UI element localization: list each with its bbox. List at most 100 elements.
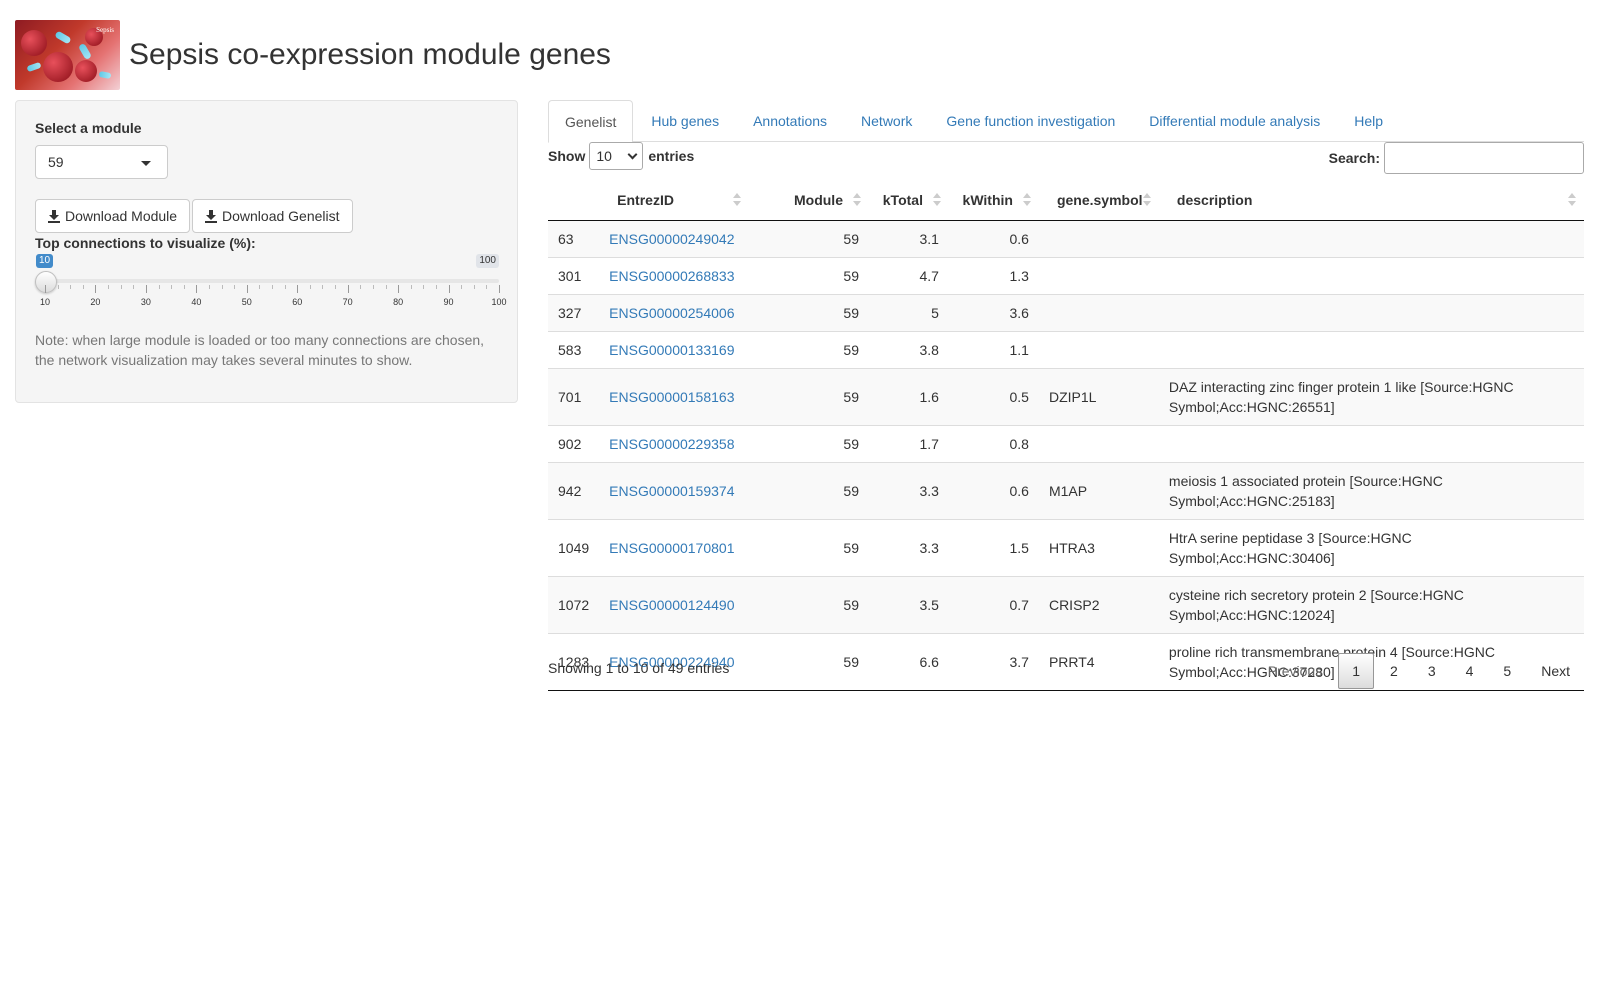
pagination: Previous 1 2 3 4 5 Next (1252, 653, 1584, 689)
page-length-select[interactable]: 10 (589, 142, 644, 170)
table-search: Search: (1329, 142, 1584, 174)
cell-module: 59 (749, 220, 869, 257)
tab-network[interactable]: Network (845, 100, 928, 142)
column-header-index[interactable] (548, 180, 600, 221)
download-module-button[interactable]: Download Module (35, 199, 191, 233)
gene-link[interactable]: ENSG00000254006 (609, 305, 734, 321)
tab-hub-genes[interactable]: Hub genes (635, 100, 735, 142)
gene-link[interactable]: ENSG00000159374 (609, 483, 734, 499)
table-row: 942 ENSG00000159374 59 3.3 0.6 M1AP meiosis 1 … (548, 461, 1584, 519)
slider-minor-tick (284, 285, 286, 289)
cell-entrezid: ENSG00000268833 (599, 256, 750, 294)
cell-ktotal: 1.7 (868, 424, 949, 462)
cell-gene-symbol: M1AP (1038, 461, 1159, 519)
slider-minor-tick (221, 285, 223, 289)
slider-tick (297, 285, 299, 293)
slider-ticks: 10 20 30 40 50 60 70 80 90 100 (40, 285, 507, 315)
page-button-2[interactable]: 2 (1376, 653, 1412, 689)
slider-minor-tick (360, 285, 362, 289)
slider-tick-label: 80 (393, 297, 404, 307)
sort-icon (852, 193, 861, 207)
chevron-down-icon (141, 161, 151, 166)
slider-minor-tick (410, 285, 412, 289)
slider-tick-label: 60 (292, 297, 303, 307)
gene-link[interactable]: ENSG00000133169 (609, 342, 734, 358)
column-header-gene-symbol[interactable]: gene.symbol (1038, 180, 1159, 221)
cell-entrezid: ENSG00000254006 (599, 293, 750, 331)
download-module-label: Download Module (65, 208, 178, 224)
cell-kwithin: 1.3 (948, 256, 1039, 294)
cell-module: 59 (749, 256, 869, 294)
cell-gene-symbol: HTRA3 (1038, 518, 1159, 576)
slider-track[interactable] (45, 279, 499, 283)
module-select-label: Select a module (35, 120, 142, 136)
table-row: 701 ENSG00000158163 59 1.6 0.5 DZIP1L DAZ inte… (548, 367, 1584, 425)
slider-max-label: 100 (476, 254, 499, 268)
gene-link[interactable]: ENSG00000124490 (609, 597, 734, 613)
cell-gene-symbol: CRISP2 (1038, 575, 1159, 633)
connections-slider[interactable]: 10 100 10 20 30 40 50 60 70 80 90 100 (35, 254, 507, 319)
slider-minor-tick (171, 285, 173, 289)
entries-label: entries (648, 148, 695, 164)
cell-gene-symbol: PRRT4 (1038, 632, 1159, 691)
download-genelist-button[interactable]: Download Genelist (192, 199, 353, 233)
slider-tick-label: 100 (491, 297, 507, 307)
column-header-module[interactable]: Module (749, 180, 869, 221)
slider-value-label: 10 (36, 254, 54, 268)
cell-module: 59 (749, 330, 869, 368)
page-button-3[interactable]: 3 (1414, 653, 1450, 689)
cell-ktotal: 5 (868, 293, 949, 331)
cell-entrezid: ENSG00000229358 (599, 424, 750, 462)
page-button-1[interactable]: 1 (1338, 653, 1375, 689)
cell-entrezid: ENSG00000249042 (599, 220, 750, 257)
cell-entrezid: ENSG00000158163 (599, 367, 750, 425)
tab-genelist[interactable]: Genelist (548, 100, 634, 143)
column-header-ktotal[interactable]: kTotal (868, 180, 949, 221)
tab-annotations[interactable]: Annotations (737, 100, 843, 142)
slider-minor-tick (272, 285, 273, 289)
slider-tick-label: 10 (39, 297, 51, 307)
gene-link[interactable]: ENSG00000229358 (609, 436, 734, 452)
table-row: 327 ENSG00000254006 59 5 3.6 (548, 293, 1584, 331)
slider-minor-tick (259, 285, 261, 289)
cell-kwithin: 3.6 (948, 293, 1039, 331)
cell-entrezid: ENSG00000133169 (599, 330, 750, 368)
cell-module: 59 (749, 367, 869, 425)
previous-page-button[interactable]: Previous (1254, 653, 1336, 689)
page-length-control: Show 10 entries (548, 142, 694, 170)
slider-tick (398, 285, 400, 293)
cell-ktotal: 3.5 (868, 575, 949, 633)
column-header-kwithin[interactable]: kWithin (948, 180, 1039, 221)
cell-module: 59 (749, 293, 869, 331)
cell-ktotal: 4.7 (868, 256, 949, 294)
page-button-5[interactable]: 5 (1489, 653, 1525, 689)
slider-minor-tick (158, 285, 160, 289)
tab-help[interactable]: Help (1338, 100, 1399, 142)
page-length-value: 10 (596, 148, 612, 164)
slider-minor-tick (133, 285, 135, 289)
column-header-entrezid[interactable]: EntrezID (599, 180, 750, 221)
slider-minor-tick (435, 285, 437, 289)
main-tabs: Genelist Hub genes Annotations Network Gene … (548, 100, 1584, 143)
table-row: 63 ENSG00000249042 59 3.1 0.6 (548, 220, 1584, 257)
network-note: Note: when large module is loaded or too… (35, 332, 485, 368)
next-page-button[interactable]: Next (1527, 653, 1584, 689)
tab-differential-module-analysis[interactable]: Differential module analysis (1133, 100, 1336, 142)
slider-tick (145, 285, 147, 293)
gene-link[interactable]: ENSG00000170801 (609, 540, 734, 556)
module-select[interactable]: 59 (35, 145, 168, 179)
page-button-4[interactable]: 4 (1452, 653, 1488, 689)
tab-gene-function-investigation[interactable]: Gene function investigation (930, 100, 1131, 142)
slider-minor-tick (461, 285, 463, 289)
gene-link[interactable]: ENSG00000158163 (609, 389, 734, 405)
gene-link[interactable]: ENSG00000249042 (609, 231, 734, 247)
slider-minor-tick (70, 285, 72, 289)
slider-minor-tick (486, 285, 488, 289)
cell-module: 59 (749, 424, 869, 462)
search-input[interactable] (1384, 142, 1584, 174)
gene-link[interactable]: ENSG00000268833 (609, 268, 734, 284)
module-select-value: 59 (48, 154, 64, 170)
column-header-description[interactable]: description (1158, 180, 1584, 221)
cell-index: 327 (548, 293, 600, 331)
cell-entrezid: ENSG00000170801 (599, 518, 750, 576)
